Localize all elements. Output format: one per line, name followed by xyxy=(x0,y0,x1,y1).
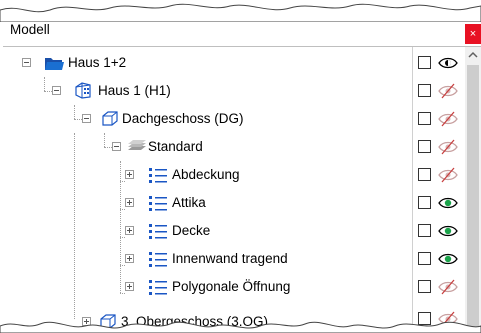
eye-hidden-icon[interactable] xyxy=(437,139,459,155)
eye-hidden-icon[interactable] xyxy=(437,111,459,127)
tree-item-innenwand-tragend[interactable]: Innenwand tragend xyxy=(0,245,412,273)
tree-item-polygonale-oeffnung[interactable]: Polygonale Öffnung xyxy=(0,273,412,301)
eye-hidden-icon[interactable] xyxy=(437,83,459,99)
visibility-column-divider xyxy=(412,47,413,333)
tree-item-label: Dachgeschoss (DG) xyxy=(122,111,244,126)
collapse-toggle[interactable] xyxy=(112,142,121,151)
expand-toggle[interactable] xyxy=(125,254,134,263)
list-icon xyxy=(149,224,167,239)
tree-item-standard[interactable]: Standard xyxy=(0,133,412,161)
tree-item-label: Haus 1+2 xyxy=(68,55,127,70)
scroll-up-arrow-icon[interactable] xyxy=(465,47,481,63)
expand-toggle[interactable] xyxy=(125,226,134,235)
collapse-toggle[interactable] xyxy=(82,114,91,123)
visibility-checkbox[interactable] xyxy=(418,224,431,237)
tree-item-attika[interactable]: Attika xyxy=(0,189,412,217)
layer-icon xyxy=(128,140,146,150)
list-icon xyxy=(149,196,167,211)
vertical-scrollbar[interactable] xyxy=(465,47,481,333)
collapse-toggle[interactable] xyxy=(52,86,61,95)
list-icon xyxy=(149,168,167,183)
tree-item-abdeckung[interactable]: Abdeckung xyxy=(0,161,412,189)
eye-visible-icon[interactable] xyxy=(437,223,459,239)
panel-title: Modell xyxy=(10,22,50,37)
eye-partial-icon[interactable] xyxy=(437,55,459,71)
model-tree: Haus 1+2 Haus 1 (H1) Dachgeschoss (DG) S… xyxy=(0,47,412,333)
visibility-checkbox[interactable] xyxy=(418,280,431,293)
scrollbar-thumb[interactable] xyxy=(467,65,479,333)
tree-item-label: Abdeckung xyxy=(172,167,240,182)
tree-item-haus-1-2[interactable]: Haus 1+2 xyxy=(0,49,412,77)
visibility-checkbox[interactable] xyxy=(418,56,431,69)
tree-item-label: Decke xyxy=(172,223,211,238)
tree-item-label: Haus 1 (H1) xyxy=(98,83,171,98)
torn-edge-bottom xyxy=(0,321,481,333)
torn-edge-top xyxy=(0,3,481,22)
expand-toggle[interactable] xyxy=(125,170,134,179)
visibility-checkbox[interactable] xyxy=(418,140,431,153)
visibility-checkbox[interactable] xyxy=(418,168,431,181)
storey-icon xyxy=(102,111,118,126)
expand-toggle[interactable] xyxy=(125,282,134,291)
eye-visible-icon[interactable] xyxy=(437,251,459,267)
tree-item-label: Attika xyxy=(172,195,206,210)
visibility-checkbox[interactable] xyxy=(418,252,431,265)
tree-item-label: Standard xyxy=(148,139,203,154)
list-icon xyxy=(149,252,167,267)
visibility-checkbox[interactable] xyxy=(418,196,431,209)
close-button[interactable]: × xyxy=(465,24,481,44)
eye-hidden-icon[interactable] xyxy=(437,167,459,183)
collapse-toggle[interactable] xyxy=(22,58,31,67)
eye-hidden-icon[interactable] xyxy=(437,279,459,295)
visibility-checkbox[interactable] xyxy=(418,84,431,97)
list-icon xyxy=(149,280,167,295)
tree-item-haus-1[interactable]: Haus 1 (H1) xyxy=(0,77,412,105)
tree-item-decke[interactable]: Decke xyxy=(0,217,412,245)
expand-toggle[interactable] xyxy=(125,198,134,207)
tree-item-label: Innenwand tragend xyxy=(172,251,288,266)
visibility-checkbox[interactable] xyxy=(418,112,431,125)
building-icon xyxy=(75,82,91,99)
tree-item-label: Polygonale Öffnung xyxy=(172,279,291,294)
eye-visible-icon[interactable] xyxy=(437,195,459,211)
folder-icon xyxy=(45,58,64,70)
tree-item-dachgeschoss[interactable]: Dachgeschoss (DG) xyxy=(0,105,412,133)
